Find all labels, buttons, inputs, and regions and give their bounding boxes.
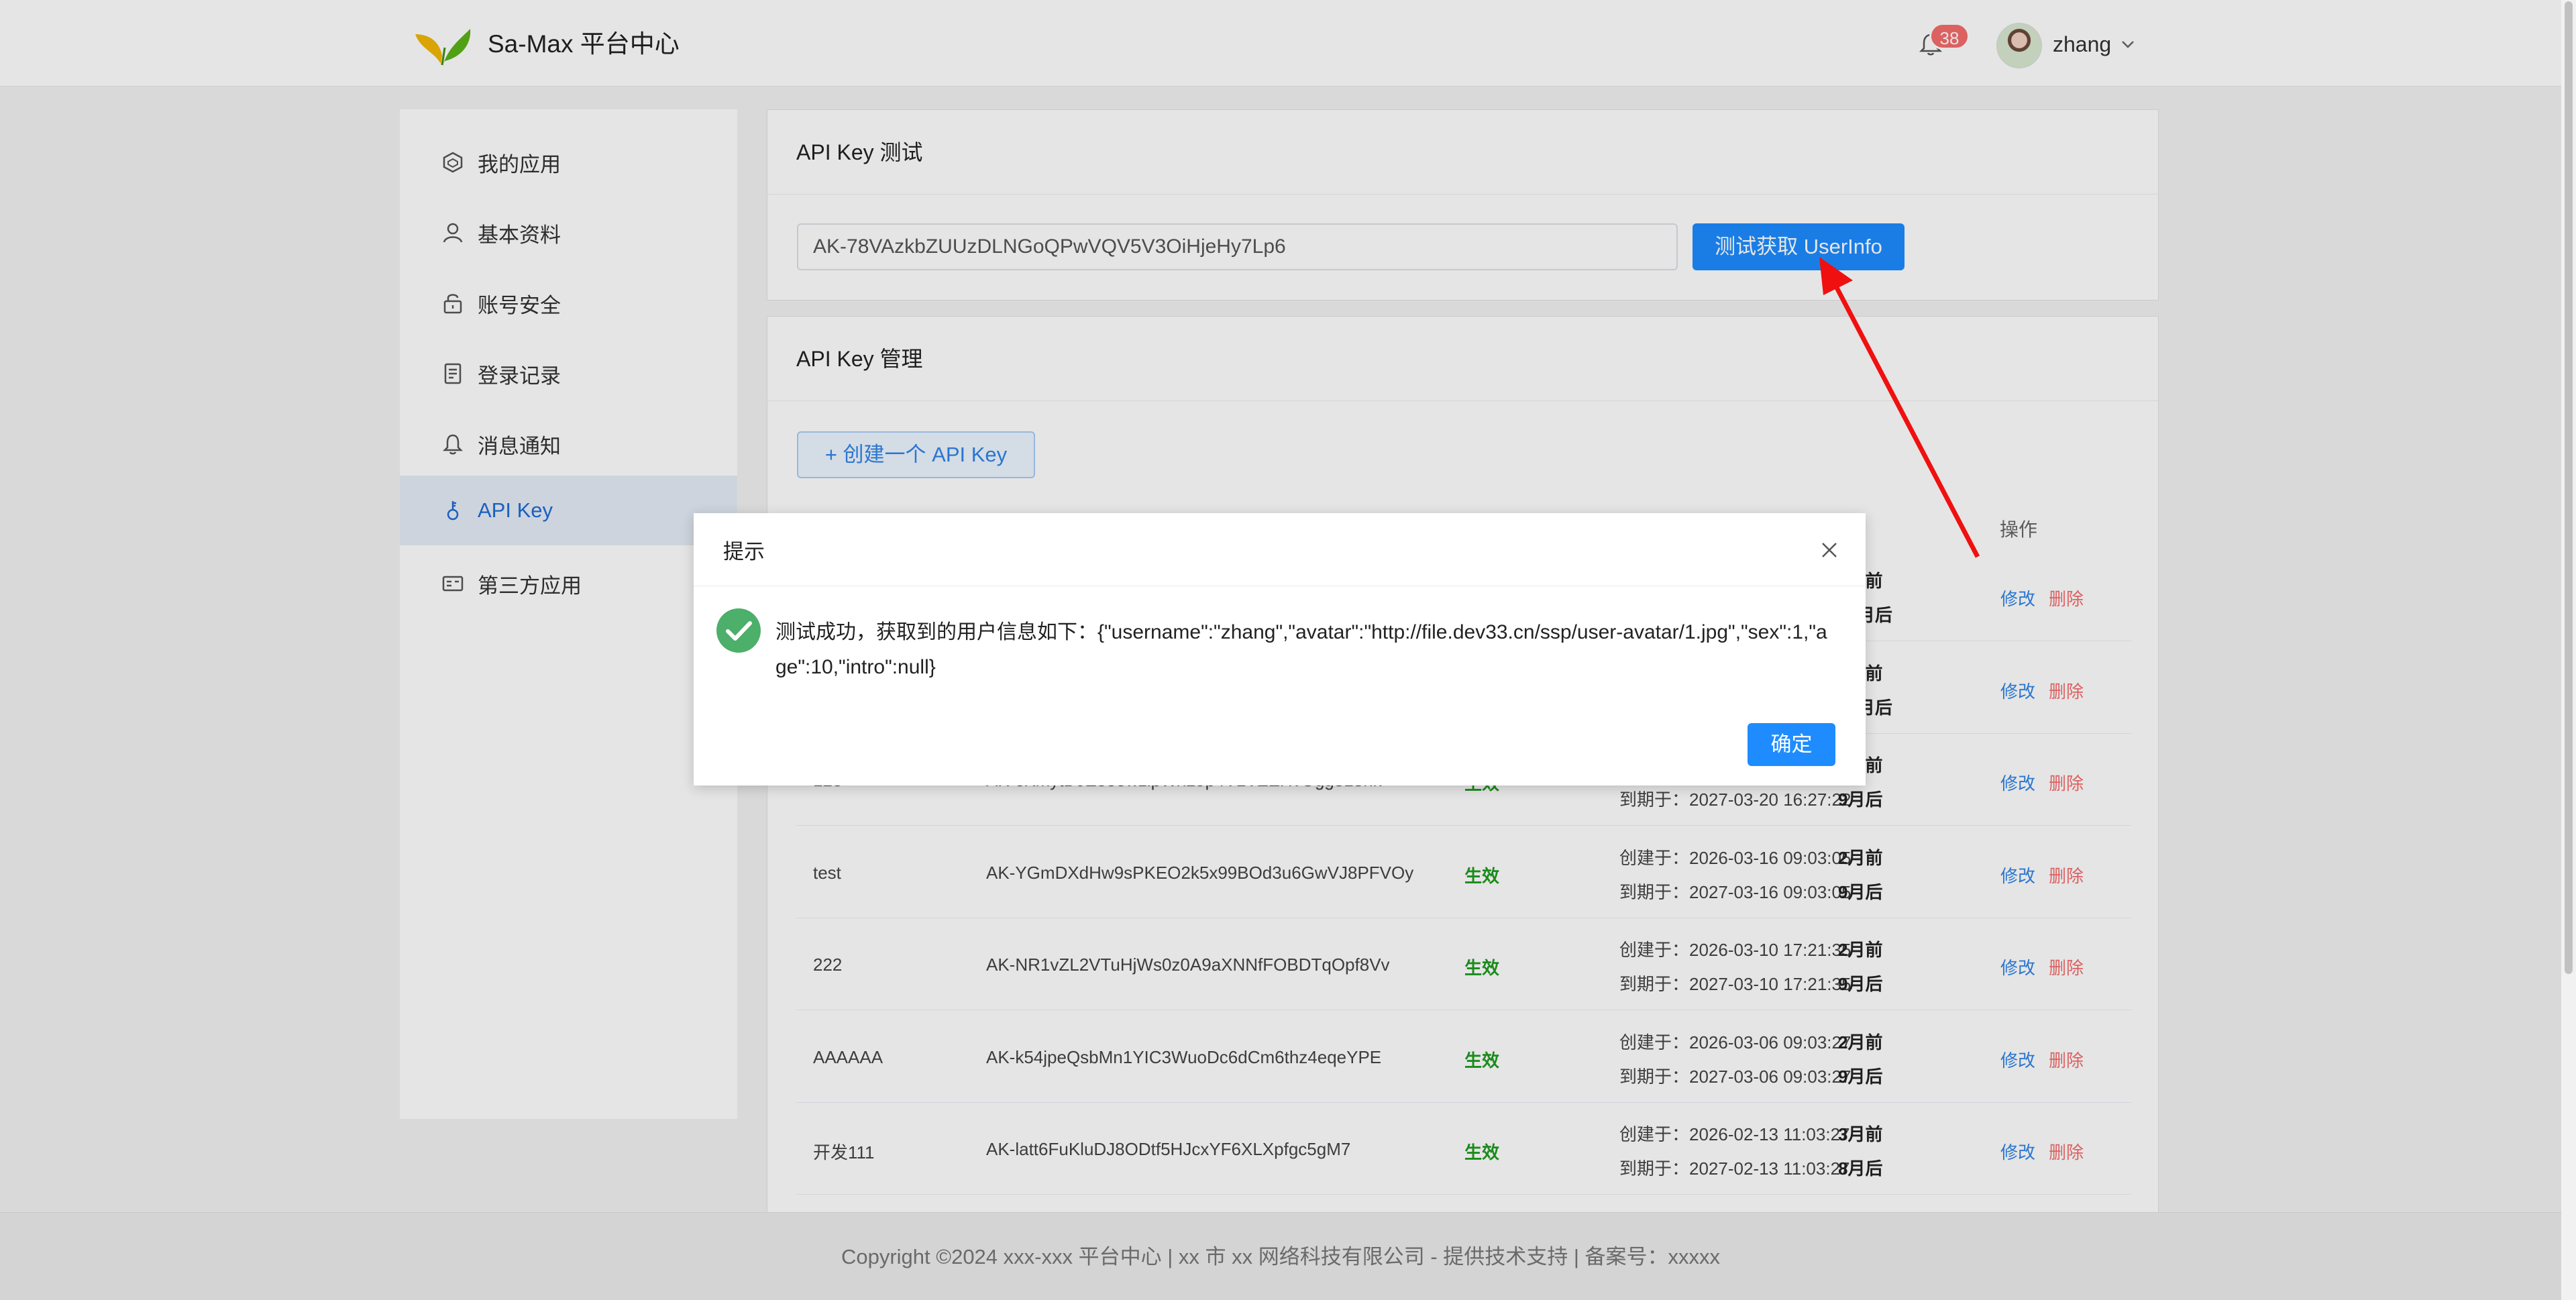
annotation-arrow-icon	[1819, 257, 1980, 558]
page: Sa-Max 平台中心 38 zhang 我的应用 基本资料 账号安全 登录记录	[0, 0, 2561, 1300]
scrollbar-thumb[interactable]	[2565, 1, 2573, 974]
vertical-scrollbar[interactable]	[2561, 0, 2576, 1300]
